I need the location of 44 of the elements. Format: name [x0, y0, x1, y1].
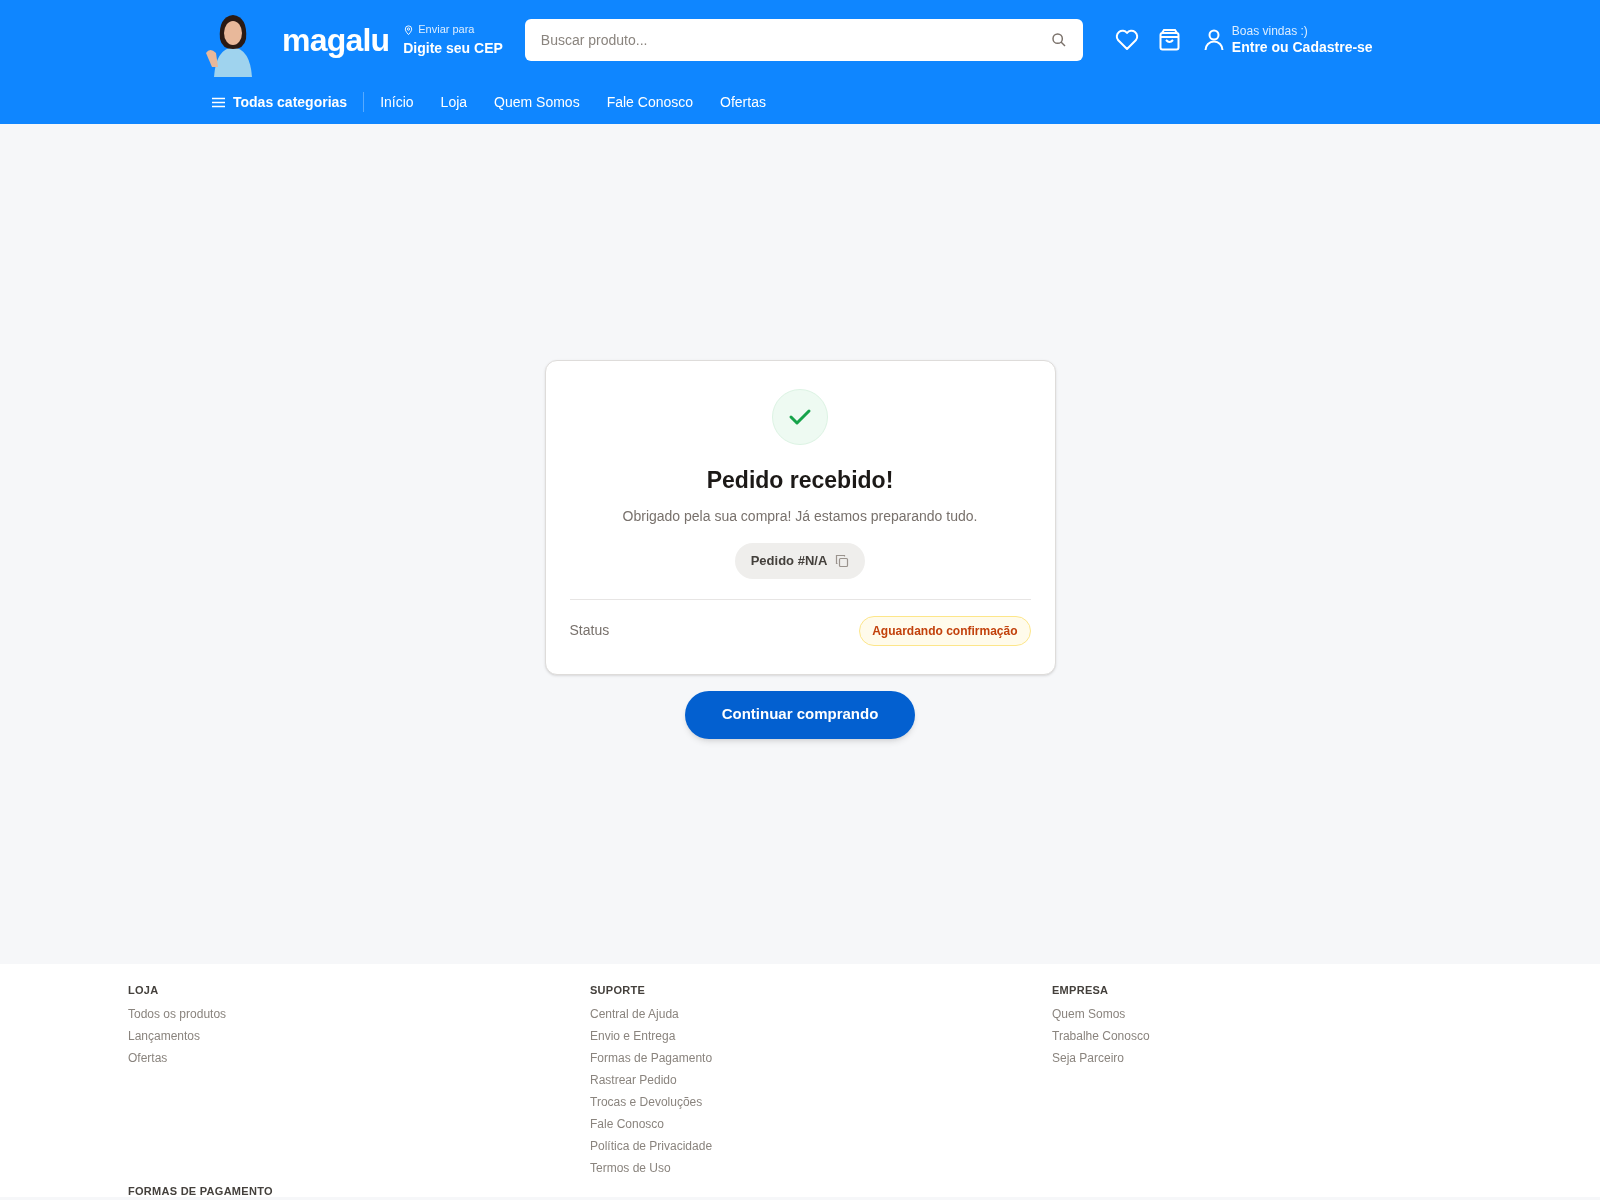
- status-label: Status: [569, 621, 610, 640]
- heart-icon[interactable]: [1114, 29, 1139, 51]
- continue-shopping-button[interactable]: Continuar comprando: [685, 690, 915, 739]
- footer-link[interactable]: Quem Somos: [1052, 1003, 1126, 1025]
- footer-heading: LOJA: [128, 984, 160, 997]
- footer-link[interactable]: Rastrear Pedido: [590, 1069, 677, 1091]
- footer-link[interactable]: Envio e Entrega: [590, 1025, 676, 1047]
- footer-link[interactable]: Trocas e Devoluções: [590, 1091, 703, 1113]
- footer-link[interactable]: Termos de Uso: [590, 1157, 671, 1179]
- footer-link[interactable]: Trabalhe Conosco: [1052, 1025, 1150, 1047]
- footer-heading: EMPRESA: [1052, 984, 1110, 997]
- user-icon[interactable]: [1203, 29, 1224, 51]
- delivery-label: Enviar para: [418, 22, 475, 38]
- location-pin-icon: [403, 23, 415, 36]
- check-icon: [772, 389, 828, 445]
- copy-icon: [835, 553, 850, 568]
- nav-link[interactable]: Início: [380, 91, 414, 113]
- footer-link[interactable]: Seja Parceiro: [1052, 1047, 1125, 1069]
- login-link[interactable]: Entre ou Cadastre-se: [1231, 38, 1373, 57]
- shopping-bag-icon[interactable]: [1158, 29, 1180, 51]
- order-number-chip[interactable]: Pedido #N/A: [734, 542, 866, 579]
- footer-link[interactable]: Política de Privacidade: [590, 1135, 713, 1157]
- nav-link[interactable]: Loja: [440, 91, 468, 113]
- footer-link[interactable]: Formas de Pagamento: [590, 1047, 713, 1069]
- footer-link[interactable]: Central de Ajuda: [590, 1003, 679, 1025]
- search-field[interactable]: Buscar produto...: [524, 19, 1083, 61]
- menu-icon: [212, 96, 225, 108]
- search-icon[interactable]: [1050, 32, 1067, 48]
- footer-link[interactable]: Ofertas: [128, 1047, 168, 1069]
- footer-link[interactable]: Lançamentos: [128, 1025, 201, 1047]
- footer-link[interactable]: Todos os produtos: [128, 1003, 227, 1025]
- nav-link[interactable]: Ofertas: [720, 91, 766, 113]
- greeting-text: Boas vindas :): [1231, 23, 1309, 39]
- confirmation-message: Obrigado pela sua compra! Já estamos preparando tudo.: [622, 506, 978, 526]
- footer-heading: SUPORTE: [590, 984, 647, 997]
- confirmation-title: Pedido recebido!: [706, 466, 894, 495]
- all-categories-button[interactable]: Todas categorias: [212, 91, 348, 113]
- status-badge: Aguardando confirmação: [859, 615, 1031, 646]
- nav-link[interactable]: Quem Somos: [494, 91, 580, 113]
- cep-link[interactable]: Digite seu CEP: [403, 37, 503, 59]
- payments-heading: FORMAS DE PAGAMENTO: [128, 1185, 274, 1197]
- footer-link[interactable]: Fale Conosco: [590, 1113, 665, 1135]
- logo[interactable]: magalu: [282, 24, 390, 56]
- nav-link[interactable]: Fale Conosco: [606, 91, 694, 113]
